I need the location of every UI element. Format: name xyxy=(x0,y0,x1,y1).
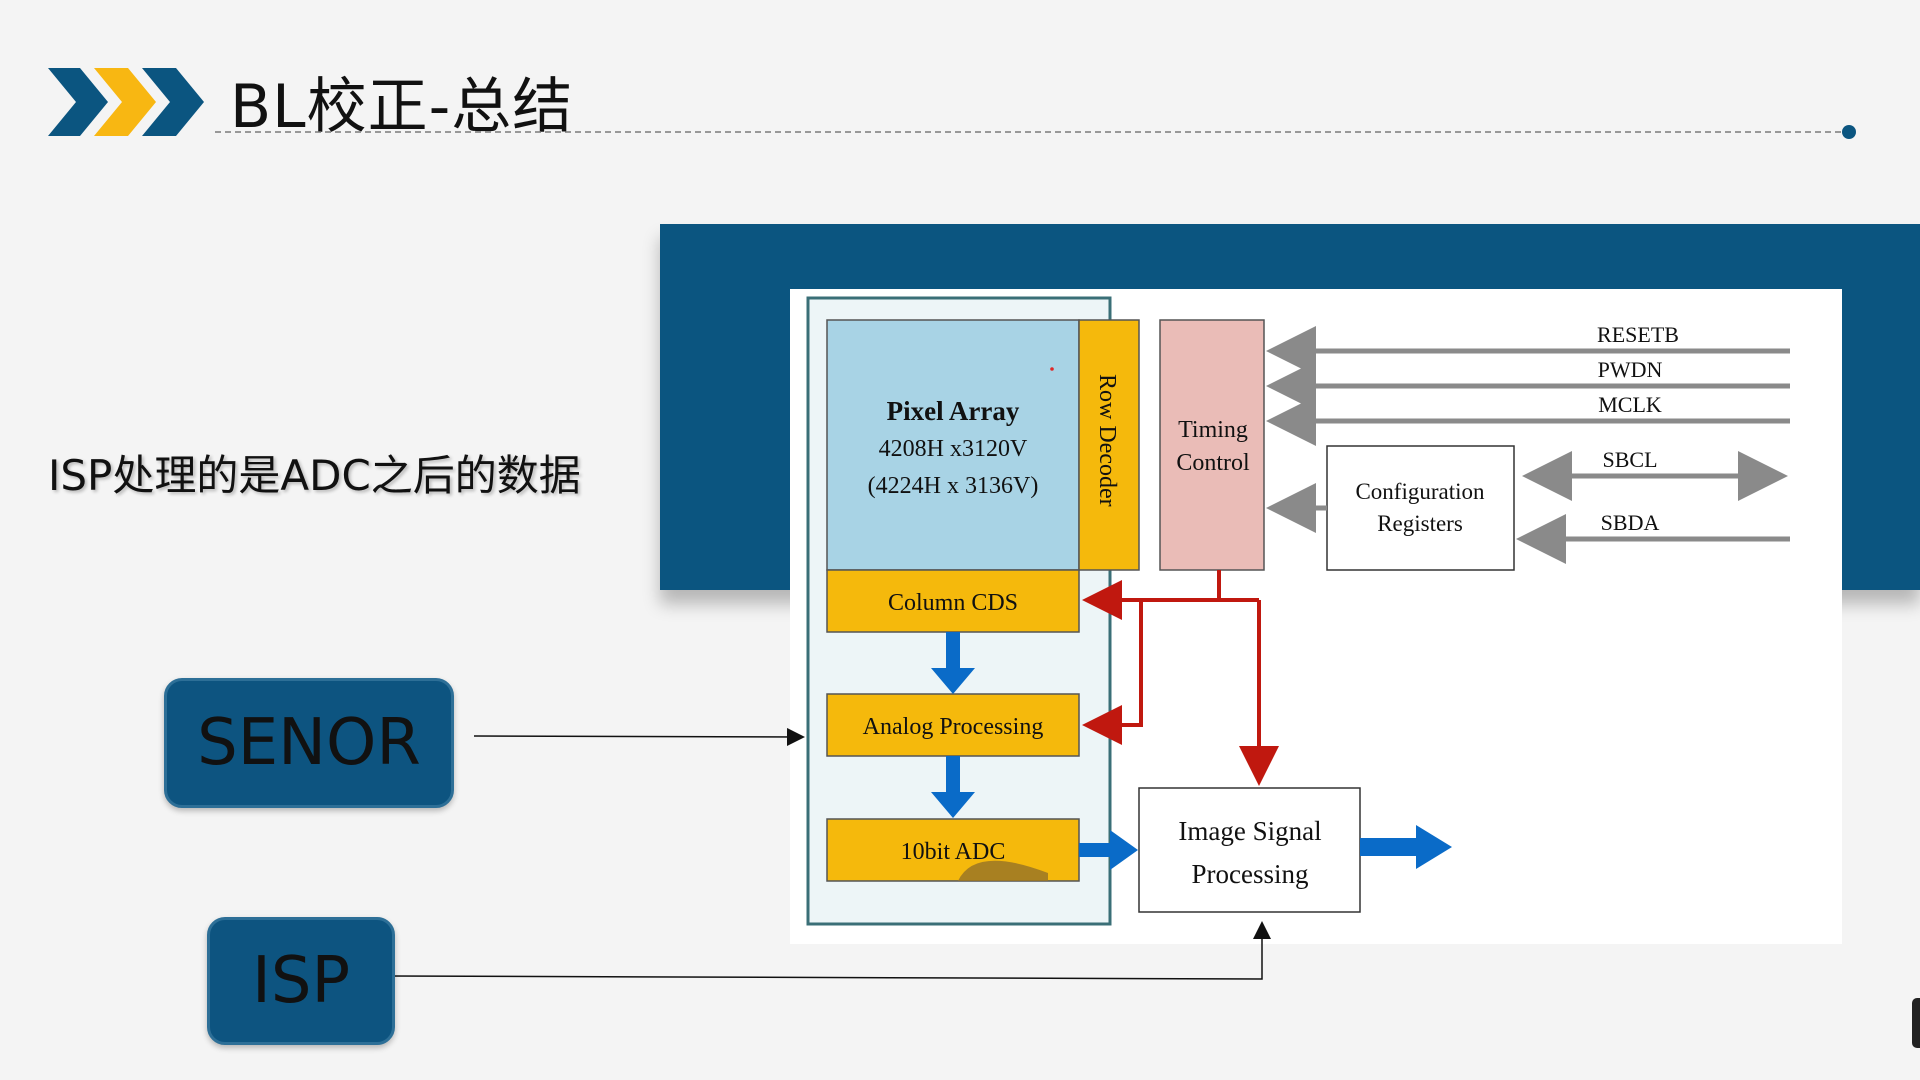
pixel-array-block: Pixel Array 4208H x3120V (4224H x 3136V) xyxy=(826,319,1080,571)
signal-sbda-label: SBDA xyxy=(1601,510,1660,535)
config-registers-line2: Registers xyxy=(1377,511,1463,536)
timing-control-line2: Control xyxy=(1176,450,1250,476)
column-cds-label: Column CDS xyxy=(888,590,1018,616)
isp-block-line1: Image Signal xyxy=(1178,816,1321,846)
signal-pwdn-label: PWDN xyxy=(1598,357,1663,382)
blue-arrow-isp-output xyxy=(1360,825,1452,869)
timing-control-line1: Timing xyxy=(1178,417,1248,443)
pixel-array-title: Pixel Array xyxy=(887,396,1020,426)
pixel-array-size: 4208H x3120V xyxy=(879,436,1028,462)
adc-block: 10bit ADC xyxy=(826,818,1080,882)
isp-block-line2: Processing xyxy=(1192,859,1309,889)
isp-connector-line xyxy=(388,921,1271,980)
isp-box: ISP xyxy=(207,917,395,1045)
analog-processing-label: Analog Processing xyxy=(863,714,1044,740)
row-decoder-label: Row Decoder xyxy=(1094,374,1120,507)
signal-sbcl-label: SBCL xyxy=(1602,447,1657,472)
pixel-array-full-size: (4224H x 3136V) xyxy=(868,473,1039,499)
analog-processing-block: Analog Processing xyxy=(826,693,1080,757)
senor-connector-line xyxy=(473,727,805,746)
config-registers-line1: Configuration xyxy=(1355,479,1485,504)
timing-control-block: Timing Control xyxy=(1159,319,1265,571)
image-signal-processing-block: Image Signal Processing xyxy=(1138,787,1361,913)
adc-label: 10bit ADC xyxy=(901,839,1006,865)
column-cds-block: Column CDS xyxy=(826,569,1080,633)
signal-mclk-label: MCLK xyxy=(1598,392,1662,417)
red-control-lines xyxy=(1082,570,1279,786)
scrollbar-handle[interactable] xyxy=(1912,998,1920,1048)
configuration-registers-block: Configuration Registers xyxy=(1326,445,1515,571)
row-decoder-block: Row Decoder xyxy=(1078,319,1140,571)
signal-resetb-label: RESETB xyxy=(1597,322,1679,347)
senor-box: SENOR xyxy=(164,678,454,808)
